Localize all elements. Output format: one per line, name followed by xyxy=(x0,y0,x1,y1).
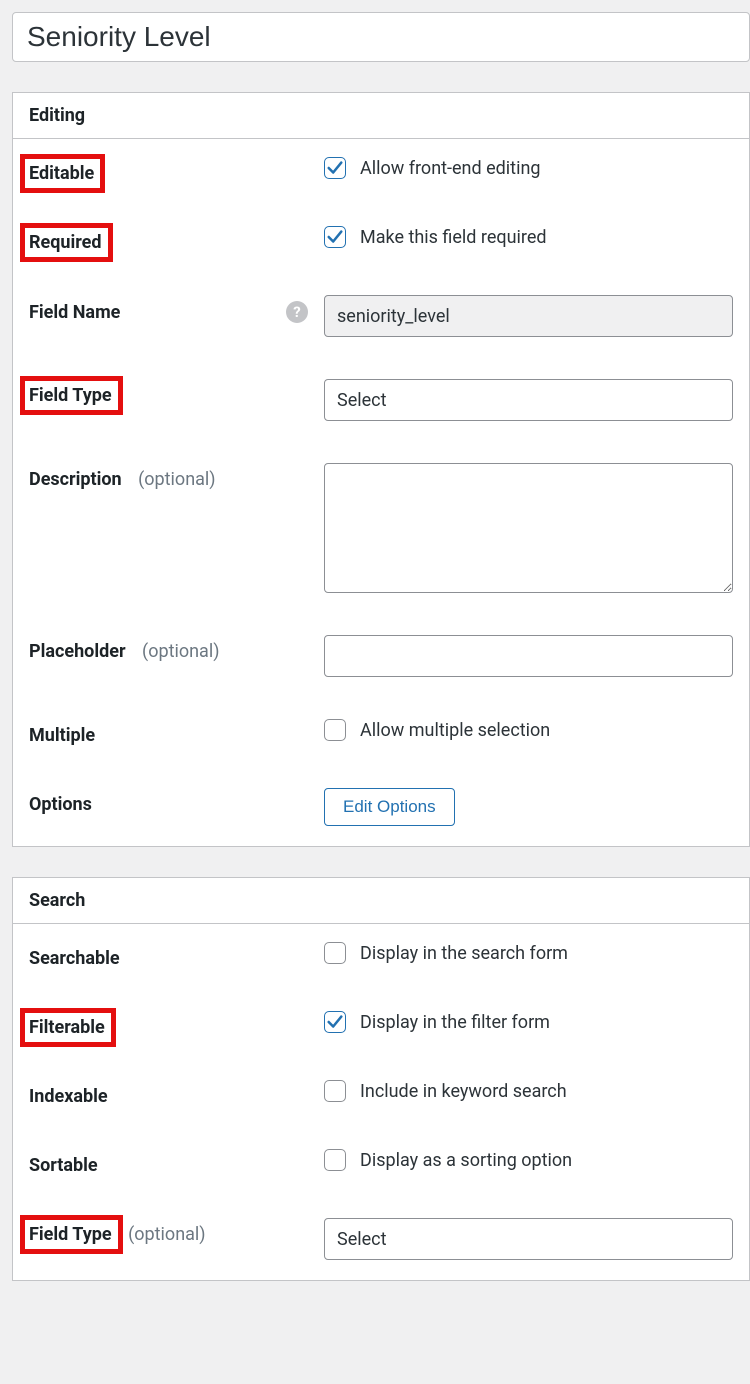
field-type-label-col: Field Type xyxy=(29,379,324,406)
search-section: Search Searchable Display in the search … xyxy=(12,877,750,1281)
multiple-label-col: Multiple xyxy=(29,719,324,746)
checkbox-icon xyxy=(324,1080,346,1102)
edit-options-button[interactable]: Edit Options xyxy=(324,788,455,826)
field-type-label: Field Type xyxy=(20,376,123,415)
multiple-checkbox[interactable]: Allow multiple selection xyxy=(324,719,550,741)
required-label-text: Required xyxy=(20,223,113,262)
filterable-checkbox-label: Display in the filter form xyxy=(360,1012,550,1033)
editable-checkbox-label: Allow front-end editing xyxy=(360,158,541,179)
required-checkbox[interactable]: Make this field required xyxy=(324,226,547,248)
multiple-checkbox-label: Allow multiple selection xyxy=(360,720,550,741)
placeholder-optional: (optional) xyxy=(142,641,219,662)
field-name-label: Field Name xyxy=(29,302,120,323)
indexable-label: Indexable xyxy=(29,1086,108,1107)
sortable-label-col: Sortable xyxy=(29,1149,324,1176)
checkbox-icon xyxy=(324,719,346,741)
sortable-checkbox-label: Display as a sorting option xyxy=(360,1150,572,1171)
indexable-checkbox-label: Include in keyword search xyxy=(360,1081,567,1102)
help-icon[interactable]: ? xyxy=(286,301,308,323)
editable-label-text: Editable xyxy=(20,154,105,193)
options-label-col: Options xyxy=(29,788,324,815)
search-field-type-optional: (optional) xyxy=(128,1224,205,1245)
searchable-checkbox[interactable]: Display in the search form xyxy=(324,942,568,964)
checkbox-icon xyxy=(324,1011,346,1033)
editable-checkbox[interactable]: Allow front-end editing xyxy=(324,157,541,179)
checkbox-icon xyxy=(324,226,346,248)
page-title-row xyxy=(12,12,750,62)
required-checkbox-label: Make this field required xyxy=(360,227,547,248)
description-label-col: Description (optional) xyxy=(29,463,324,490)
field-title-input[interactable] xyxy=(12,12,750,62)
searchable-label-col: Searchable xyxy=(29,942,324,969)
checkbox-icon xyxy=(324,157,346,179)
searchable-checkbox-label: Display in the search form xyxy=(360,943,568,964)
checkbox-icon xyxy=(324,1149,346,1171)
indexable-label-col: Indexable xyxy=(29,1080,324,1107)
checkbox-icon xyxy=(324,942,346,964)
field-name-label-col: Field Name ? xyxy=(29,295,324,323)
filterable-label-col: Filterable xyxy=(29,1011,324,1038)
description-textarea[interactable] xyxy=(324,463,733,593)
search-field-type-label: Field Type xyxy=(20,1215,123,1254)
multiple-label: Multiple xyxy=(29,725,95,746)
filterable-label: Filterable xyxy=(20,1008,116,1047)
field-type-select[interactable] xyxy=(324,379,733,421)
filterable-checkbox[interactable]: Display in the filter form xyxy=(324,1011,550,1033)
editable-label: Editable xyxy=(29,157,324,184)
sortable-checkbox[interactable]: Display as a sorting option xyxy=(324,1149,572,1171)
editing-section: Editing Editable Allow front-end editing xyxy=(12,92,750,847)
options-label: Options xyxy=(29,794,92,815)
indexable-checkbox[interactable]: Include in keyword search xyxy=(324,1080,567,1102)
search-field-type-select[interactable] xyxy=(324,1218,733,1260)
description-optional: (optional) xyxy=(138,469,215,490)
placeholder-input[interactable] xyxy=(324,635,733,677)
searchable-label: Searchable xyxy=(29,948,120,969)
field-name-input[interactable] xyxy=(324,295,733,337)
editing-heading: Editing xyxy=(13,93,749,139)
search-field-type-label-col: Field Type (optional) xyxy=(29,1218,324,1245)
placeholder-label: Placeholder xyxy=(29,641,126,662)
required-label: Required xyxy=(29,226,324,253)
description-label: Description xyxy=(29,469,122,490)
placeholder-label-col: Placeholder (optional) xyxy=(29,635,324,662)
sortable-label: Sortable xyxy=(29,1155,98,1176)
search-heading: Search xyxy=(13,878,749,924)
